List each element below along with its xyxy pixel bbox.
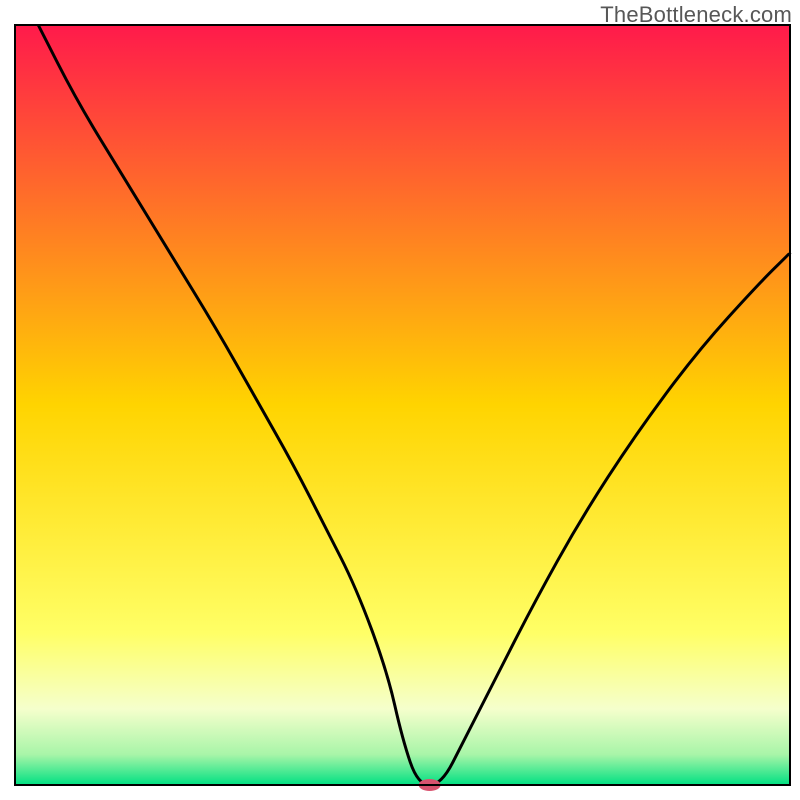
watermark-text: TheBottleneck.com — [600, 2, 792, 28]
plot-background — [15, 25, 790, 785]
bottleneck-chart — [0, 0, 800, 800]
chart-container: TheBottleneck.com — [0, 0, 800, 800]
